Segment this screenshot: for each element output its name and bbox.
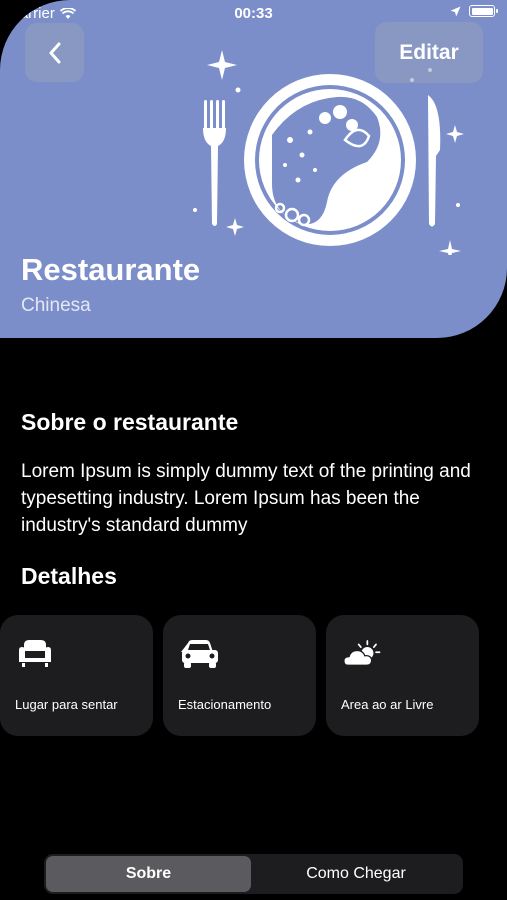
detail-card-seating[interactable]: Lugar para sentar [0, 615, 153, 736]
segmented-control: Sobre Como Chegar [44, 854, 463, 894]
detail-card-parking[interactable]: Estacionamento [163, 615, 316, 736]
restaurant-cuisine: Chinesa [21, 295, 91, 316]
status-bar: Carrier 00:33 [0, 0, 507, 28]
sofa-icon [19, 640, 51, 667]
battery-icon [469, 5, 498, 17]
sun-cloud-icon [343, 640, 381, 666]
tab-como-chegar[interactable]: Como Chegar [251, 856, 461, 892]
details-title: Detalhes [21, 563, 117, 589]
about-title: Sobre o restaurante [21, 409, 239, 435]
detail-label: Area ao ar Livre [341, 697, 434, 712]
location-arrow-icon [450, 6, 461, 16]
restaurant-header: Carrier 00:33 Editar Restaurante Chinesa [0, 0, 507, 338]
detail-label: Lugar para sentar [15, 697, 118, 712]
status-right [450, 5, 498, 17]
edit-button[interactable]: Editar [375, 22, 483, 83]
car-icon [181, 640, 218, 668]
restaurant-name: Restaurante [21, 252, 201, 287]
detail-label: Estacionamento [178, 697, 272, 712]
back-button[interactable] [25, 23, 84, 82]
tab-sobre[interactable]: Sobre [46, 856, 251, 892]
status-time: 00:33 [234, 5, 273, 22]
chevron-left-icon [49, 42, 60, 63]
detail-card-outdoor[interactable]: Area ao ar Livre [326, 615, 479, 736]
about-text: Lorem Ipsum is simply dummy text of the … [21, 461, 471, 536]
